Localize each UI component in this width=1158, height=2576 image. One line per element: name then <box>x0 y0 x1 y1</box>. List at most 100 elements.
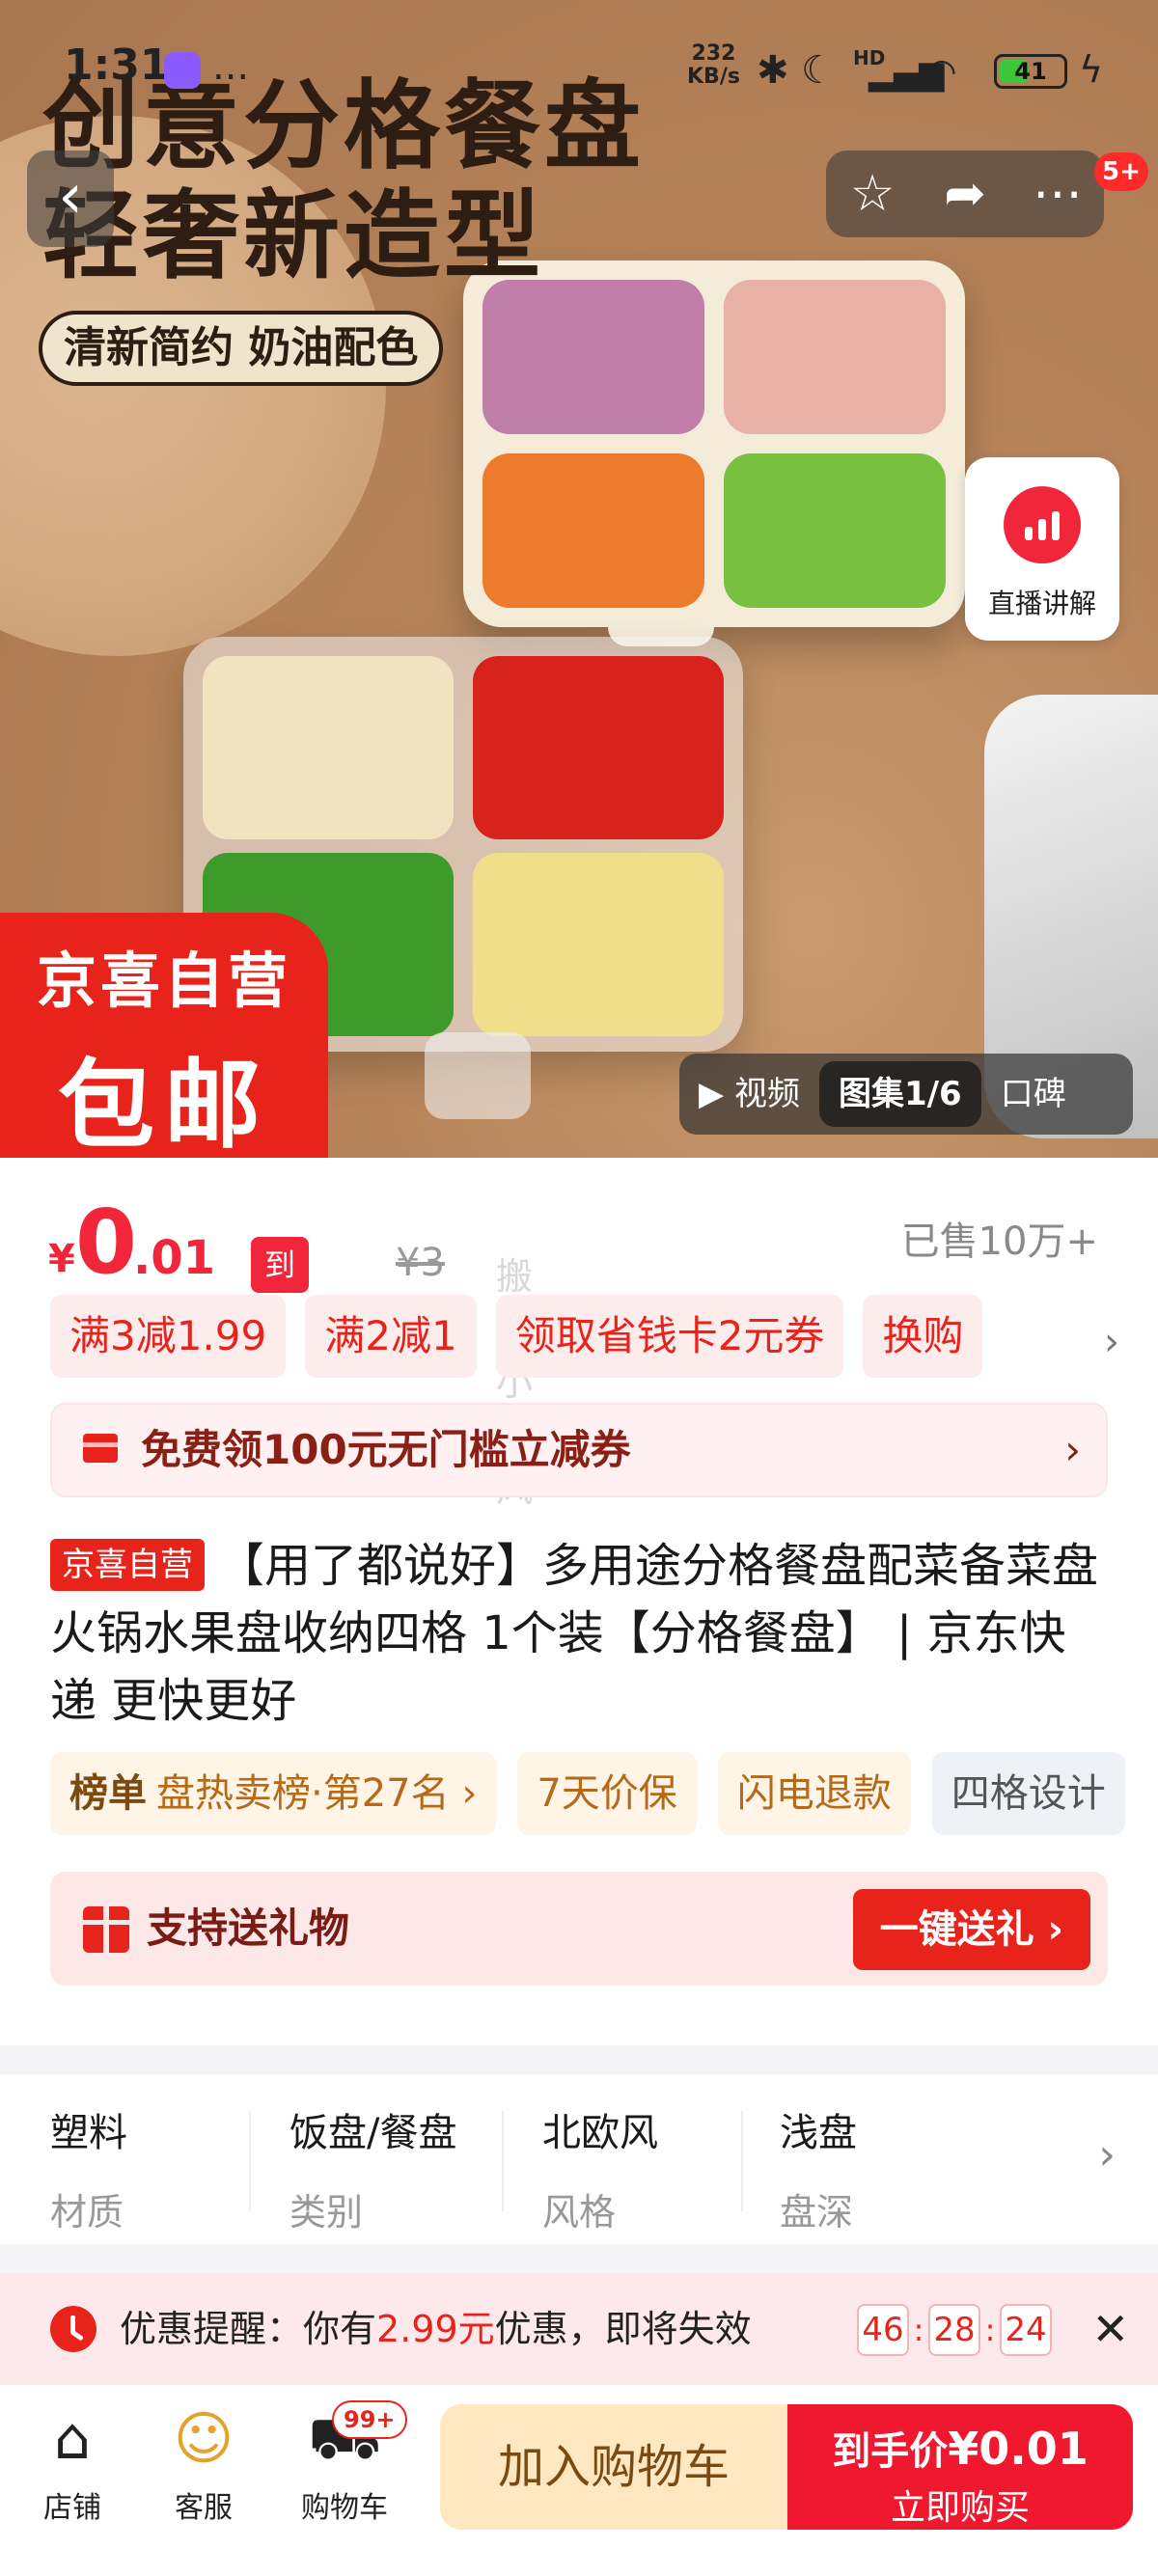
attribute-value: 塑料 <box>50 2111 127 2155</box>
nav-label: 购物车 <box>301 2491 388 2525</box>
cart-count-badge: 99+ <box>332 2400 407 2439</box>
tab-reviews[interactable]: 口碑 <box>981 1054 1086 1135</box>
ranking-chip[interactable]: 榜单 盘热卖榜·第27名 › <box>50 1752 497 1835</box>
hero-tagline: 清新简约 奶油配色 <box>39 311 444 386</box>
free-coupon-banner[interactable]: 免费领100元无门槛立减券 › <box>50 1403 1108 1497</box>
hero-title-line2: 轻奢新造型 <box>42 179 544 292</box>
attribute-key: 盘深 <box>780 2191 854 2233</box>
network-speed-unit: KB/s <box>687 65 740 89</box>
reminder-amount: 2.99元 <box>376 2308 495 2350</box>
charging-icon: ϟ <box>1079 48 1104 91</box>
back-button[interactable]: ‹ <box>27 151 114 247</box>
service-icon: ☺ <box>173 2405 234 2473</box>
close-icon[interactable]: ✕ <box>1091 2273 1129 2385</box>
status-more: ... <box>212 44 250 89</box>
live-icon <box>1004 486 1081 563</box>
divider <box>249 2111 251 2211</box>
reminder-text: 优惠提醒：你有2.99元优惠，即将失效 <box>120 2273 752 2385</box>
tab-video[interactable]: ▶ 视频 <box>679 1054 819 1135</box>
service-chips: 榜单 盘热卖榜·第27名 › 7天价保 闪电退款 四格设计 <box>50 1752 1125 1835</box>
store-icon: ⌂ <box>53 2405 92 2473</box>
chevron-right-icon: › <box>1064 1426 1081 1473</box>
divider <box>741 2111 743 2211</box>
attribute-category: 饭盘/餐盘 类别 <box>290 2101 521 2235</box>
coupon-card-icon <box>83 1434 118 1463</box>
battery-icon: 41 <box>994 54 1067 89</box>
ranking-label: 榜单 <box>69 1771 147 1816</box>
buy-now-button[interactable]: 到手价¥0.01 立即购买 <box>787 2404 1133 2530</box>
jx-self-operated-tag: 京喜自营 <box>50 1539 205 1591</box>
product-info-card: ¥ 0 .01 到手价 ¥3 搬砖小旋风 已售10万+ 满3减1.99 满2减1… <box>0 1158 1158 2045</box>
network-speed: 232 KB/s <box>687 42 740 89</box>
badge-line2: 包邮 <box>58 1049 270 1158</box>
status-bar: 1:31 ... 232 KB/s ✱ ☾ HD ▂▄▆ ◠ 41 ϟ <box>0 0 1158 145</box>
reminder-prefix: 优惠提醒：你有 <box>120 2308 377 2350</box>
app-notification-icon <box>164 52 201 89</box>
status-time: 1:31 <box>64 41 170 90</box>
send-gift-button[interactable]: 一键送礼 › <box>852 1889 1090 1970</box>
nav-customer-service[interactable]: ☺ 客服 <box>141 2404 266 2526</box>
favorite-star-icon[interactable]: ☆ <box>829 151 916 237</box>
attribute-value: 浅盘 <box>780 2111 857 2155</box>
more-options-icon[interactable]: ⋯ <box>1014 151 1101 237</box>
live-explain-button[interactable]: 直播讲解 <box>965 457 1119 641</box>
coupon-item[interactable]: 满3减1.99 <box>50 1295 287 1378</box>
media-tabs: ▶ 视频 图集1/6 口碑 <box>679 1054 1133 1135</box>
clock-icon <box>50 2306 96 2352</box>
coupon-item[interactable]: 换购 <box>863 1295 983 1378</box>
add-to-cart-button[interactable]: 加入购物车 <box>440 2404 787 2530</box>
live-label: 直播讲解 <box>987 588 1096 619</box>
attribute-key: 风格 <box>542 2191 617 2233</box>
ranking-text: 盘热卖榜·第27名 › <box>156 1771 478 1816</box>
nav-label: 店铺 <box>43 2491 101 2525</box>
attribute-material: 塑料 材质 <box>50 2101 282 2235</box>
attribute-depth: 浅盘 盘深 <box>780 2101 1011 2235</box>
chevron-right-icon[interactable]: › <box>1104 1320 1119 1364</box>
price-integer: 0 <box>75 1191 138 1294</box>
battery-level: 41 <box>1014 58 1047 85</box>
sold-count: 已售10万+ <box>900 1219 1098 1264</box>
bottom-action-bar: ⌂ 店铺 ☺ 客服 ⛟ 购物车 99+ 加入购物车 到手价¥0.01 立即购买 <box>0 2385 1158 2576</box>
tab-gallery[interactable]: 图集1/6 <box>818 1061 981 1127</box>
feature-chip[interactable]: 四格设计 <box>931 1752 1125 1835</box>
jx-free-shipping-badge: 京喜自营 包邮 <box>0 913 328 1158</box>
coupon-item[interactable]: 领取省钱卡2元券 <box>495 1295 844 1378</box>
fast-refund-chip[interactable]: 闪电退款 <box>717 1752 911 1835</box>
attribute-key: 材质 <box>50 2191 124 2233</box>
chevron-right-icon: › <box>1098 2130 1116 2179</box>
countdown-timer: 46 : 28 : 24 <box>857 2304 1052 2356</box>
gift-icon <box>83 1906 129 1953</box>
plate-handle <box>425 1032 531 1119</box>
notification-badge: 5+ <box>1094 152 1148 191</box>
product-title-block: 京喜自营 【用了都说好】多用途分格餐盘配菜备菜盘火锅水果盘收纳四格 1个装【分格餐… <box>50 1532 1112 1735</box>
free-coupon-text: 免费领100元无门槛立减券 <box>141 1426 631 1473</box>
attribute-key: 类别 <box>290 2191 364 2233</box>
coupon-item[interactable]: 满2减1 <box>305 1295 477 1378</box>
nav-store[interactable]: ⌂ 店铺 <box>10 2404 135 2526</box>
final-price-tag: 到手价 <box>251 1237 310 1395</box>
attribute-value: 饭盘/餐盘 <box>290 2111 457 2155</box>
badge-line1: 京喜自营 <box>36 945 291 1016</box>
timer-minutes: 28 <box>928 2304 980 2356</box>
buy-price-label: 到手价 <box>832 2429 949 2474</box>
coupon-strip: 满3减1.99 满2减1 领取省钱卡2元券 换购 <box>50 1295 1112 1378</box>
nav-label: 客服 <box>175 2491 233 2525</box>
gift-text: 支持送礼物 <box>147 1905 350 1952</box>
network-speed-value: 232 <box>691 41 736 66</box>
top-actions: ☆ ➦ ⋯ <box>826 151 1104 237</box>
price-decimal: .01 <box>133 1231 216 1285</box>
reminder-suffix: 优惠，即将失效 <box>494 2308 752 2350</box>
original-price: ¥3 <box>396 1241 445 1285</box>
timer-hours: 46 <box>857 2304 909 2356</box>
attributes-row[interactable]: 塑料 材质 饭盘/餐盘 类别 北欧风 风格 浅盘 盘深 › <box>0 2074 1158 2244</box>
bluetooth-icon: ✱ <box>757 48 789 93</box>
gift-banner: 支持送礼物 一键送礼 › <box>50 1872 1108 1986</box>
buy-price-line: 到手价¥0.01 <box>787 2420 1133 2476</box>
back-arrow-icon: ‹ <box>58 161 83 233</box>
product-title: 【用了都说好】多用途分格餐盘配菜备菜盘火锅水果盘收纳四格 1个装【分格餐盘】 |… <box>50 1539 1099 1728</box>
attribute-style: 北欧风 风格 <box>542 2101 774 2235</box>
buy-price: ¥0.01 <box>948 2423 1089 2475</box>
share-icon[interactable]: ➦ <box>922 151 1008 237</box>
do-not-disturb-icon: ☾ <box>801 48 836 93</box>
price-protect-chip[interactable]: 7天价保 <box>517 1752 697 1835</box>
